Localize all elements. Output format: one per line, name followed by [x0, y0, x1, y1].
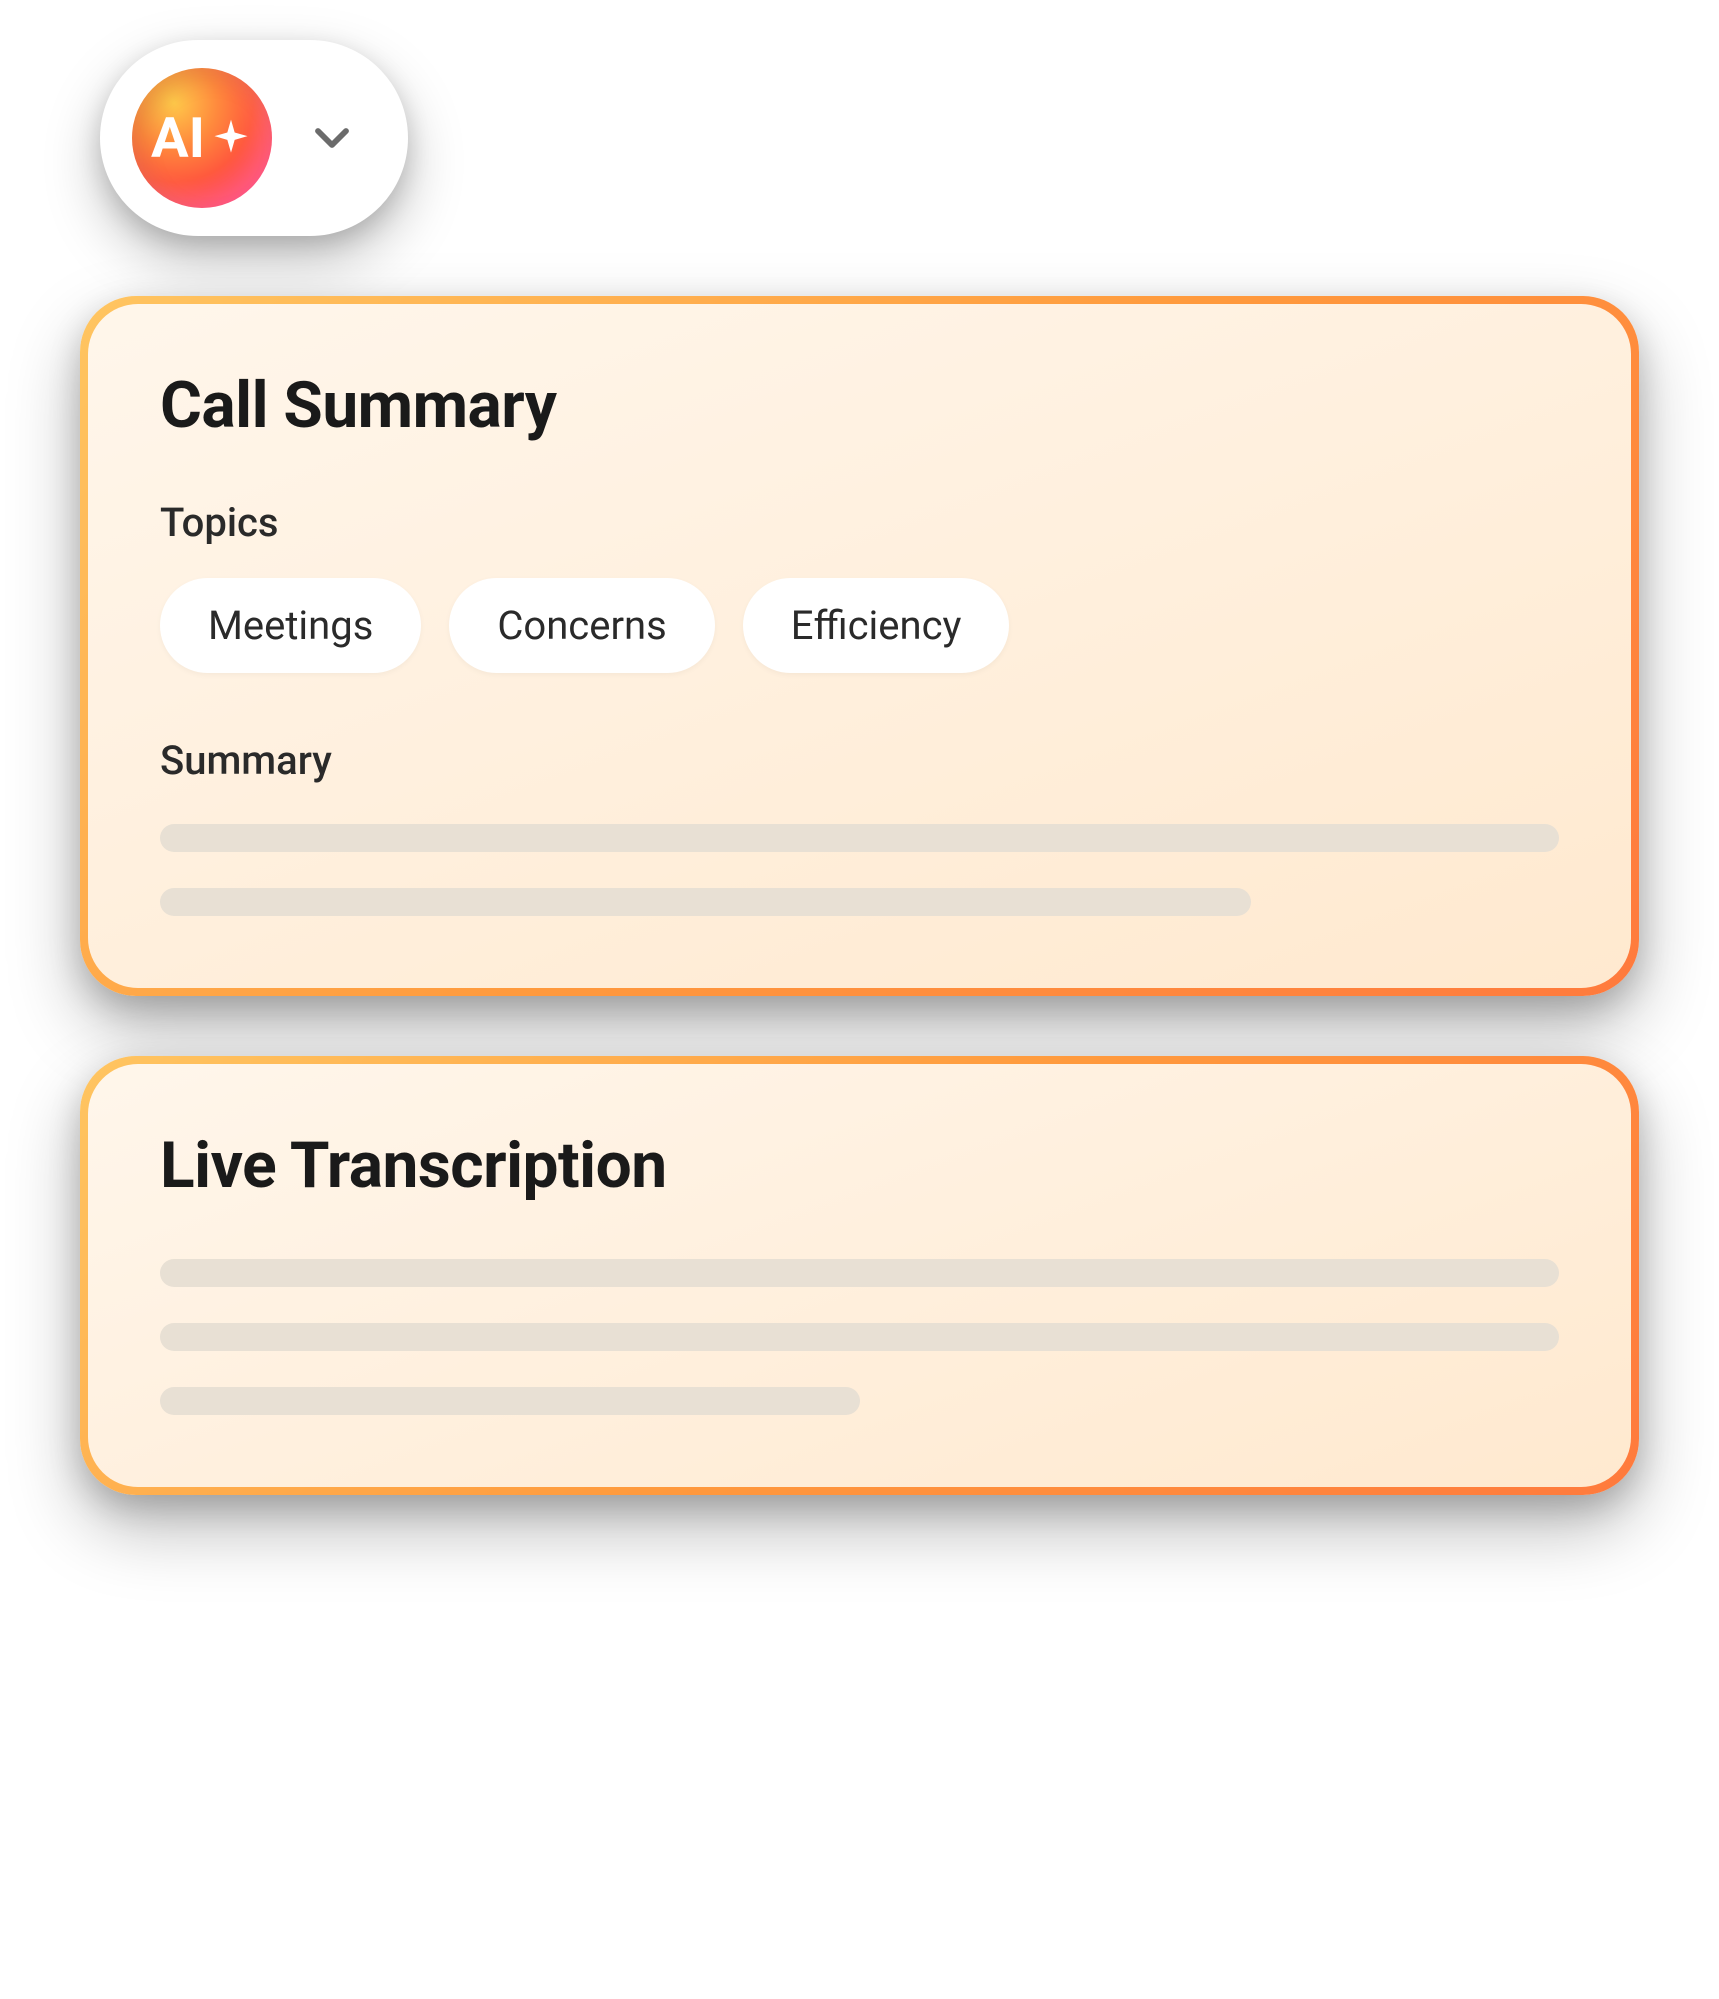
ai-dropdown-pill[interactable]: AI [100, 40, 408, 236]
ai-label: AI [151, 110, 205, 166]
skeleton-line [160, 1259, 1559, 1287]
summary-skeleton [160, 824, 1559, 916]
chevron-down-icon[interactable] [304, 110, 360, 166]
topics-row: Meetings Concerns Efficiency [160, 578, 1559, 673]
topic-chip-meetings[interactable]: Meetings [160, 578, 421, 673]
skeleton-line [160, 824, 1559, 852]
live-transcription-title: Live Transcription [160, 1128, 1559, 1203]
call-summary-card: Call Summary Topics Meetings Concerns Ef… [80, 296, 1639, 996]
topic-chip-efficiency[interactable]: Efficiency [743, 578, 1010, 673]
topics-label: Topics [160, 499, 1559, 546]
live-transcription-card: Live Transcription [80, 1056, 1639, 1495]
skeleton-line [160, 888, 1251, 916]
ai-badge: AI [132, 68, 272, 208]
skeleton-line [160, 1387, 860, 1415]
summary-label: Summary [160, 737, 1559, 784]
transcription-skeleton [160, 1259, 1559, 1415]
call-summary-title: Call Summary [160, 368, 1559, 443]
skeleton-line [160, 1323, 1559, 1351]
topic-chip-concerns[interactable]: Concerns [449, 578, 714, 673]
sparkle-icon [209, 116, 253, 160]
